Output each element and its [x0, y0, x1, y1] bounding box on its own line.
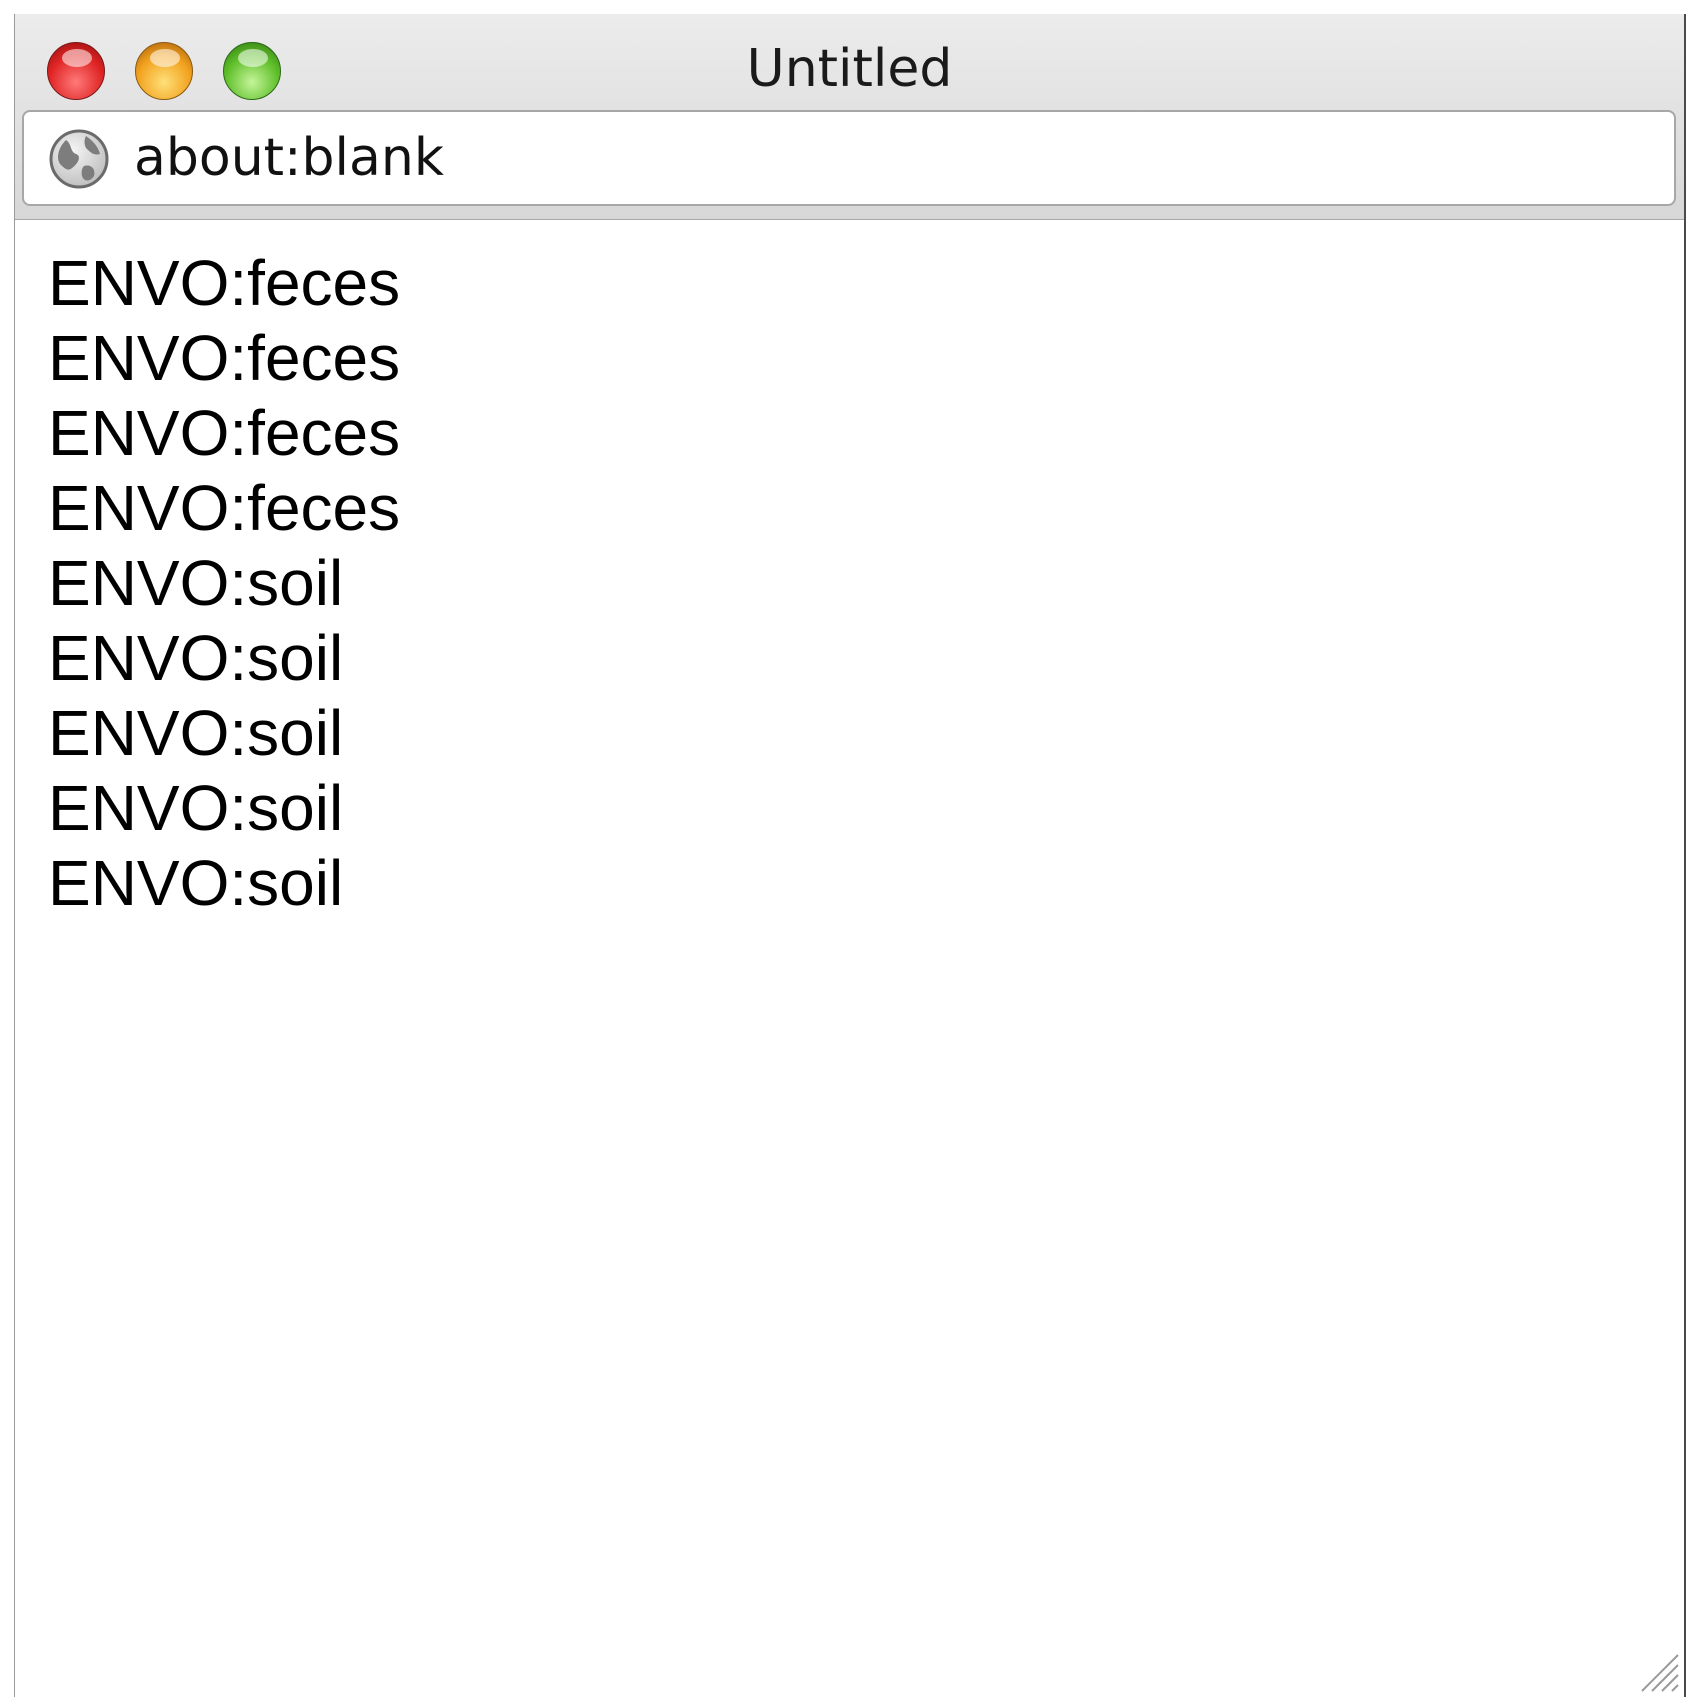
address-bar[interactable] — [22, 110, 1676, 206]
window-title: Untitled — [746, 39, 953, 99]
list-item: ENVO:feces — [48, 472, 401, 544]
list-item: ENVO:feces — [48, 397, 401, 469]
list-item: ENVO:feces — [48, 247, 401, 319]
list-item: ENVO:soil — [48, 547, 344, 619]
resize-grip-icon[interactable] — [1636, 1649, 1680, 1693]
page-content: ENVO:feces ENVO:feces ENVO:feces ENVO:fe… — [15, 220, 1684, 1697]
browser-window: Untitled ENVO:feces ENVO:feces ENVO: — [14, 14, 1686, 1697]
list-item: ENVO:soil — [48, 847, 344, 919]
list-item: ENVO:feces — [48, 322, 401, 394]
globe-icon — [49, 129, 109, 189]
list-item: ENVO:soil — [48, 772, 344, 844]
window-titlebar: Untitled — [15, 14, 1684, 220]
url-input[interactable] — [134, 120, 1534, 196]
list-item: ENVO:soil — [48, 697, 344, 769]
text-list: ENVO:feces ENVO:feces ENVO:feces ENVO:fe… — [48, 246, 400, 921]
list-item: ENVO:soil — [48, 622, 344, 694]
